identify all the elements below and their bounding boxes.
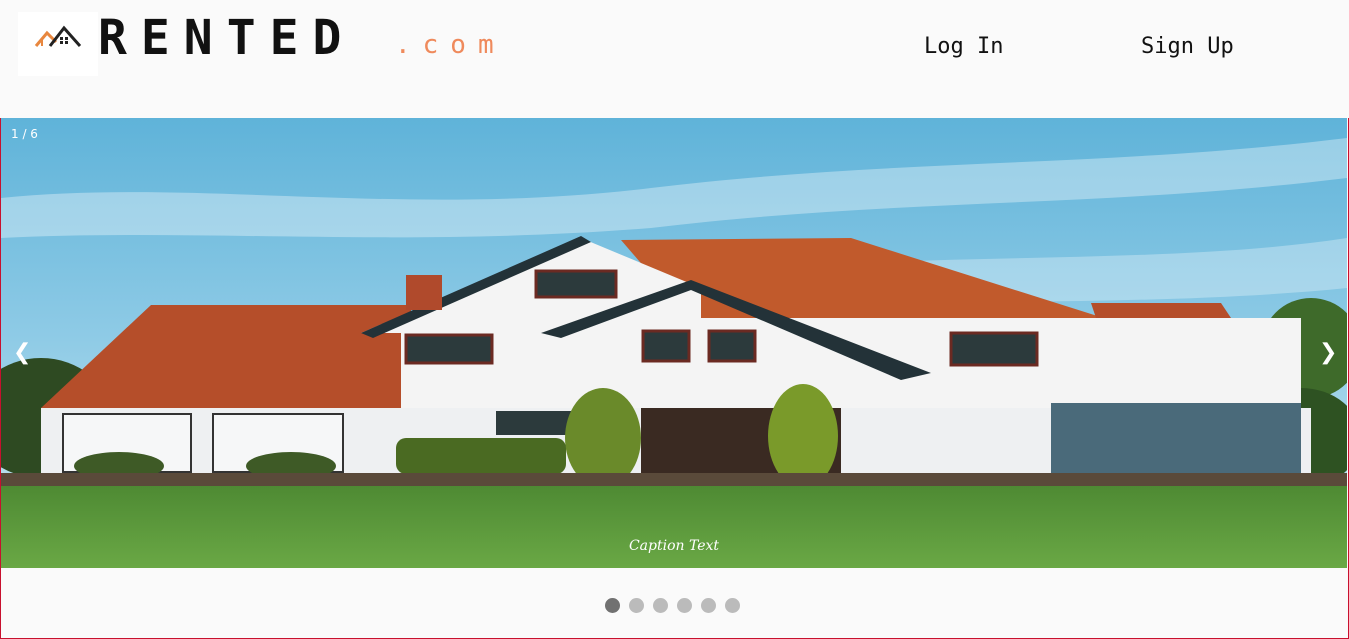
slide-dot-1[interactable] <box>605 598 620 613</box>
slide-caption: Caption Text <box>628 538 720 554</box>
prev-arrow-icon[interactable]: ❮ <box>13 340 31 365</box>
signup-link[interactable]: Sign Up <box>1141 34 1234 59</box>
brand-name: RENTED <box>98 10 356 66</box>
slide-image <box>1 118 1347 568</box>
logo[interactable] <box>18 12 98 76</box>
slide-dot-5[interactable] <box>701 598 716 613</box>
slide-dot-3[interactable] <box>653 598 668 613</box>
login-link[interactable]: Log In <box>924 34 1003 59</box>
slide-dot-4[interactable] <box>677 598 692 613</box>
house-roof-icon <box>34 25 82 47</box>
slide-counter: 1 / 6 <box>11 127 38 141</box>
slide-dots <box>605 598 749 614</box>
brand-suffix: .com <box>395 30 506 60</box>
site-header: RENTED .com Log In Sign Up <box>0 0 1349 118</box>
hero-slideshow: 1 / 6 ❮ ❯ Caption Text <box>1 118 1347 568</box>
slide-dot-2[interactable] <box>629 598 644 613</box>
slide-dot-6[interactable] <box>725 598 740 613</box>
next-arrow-icon[interactable]: ❯ <box>1319 340 1337 365</box>
